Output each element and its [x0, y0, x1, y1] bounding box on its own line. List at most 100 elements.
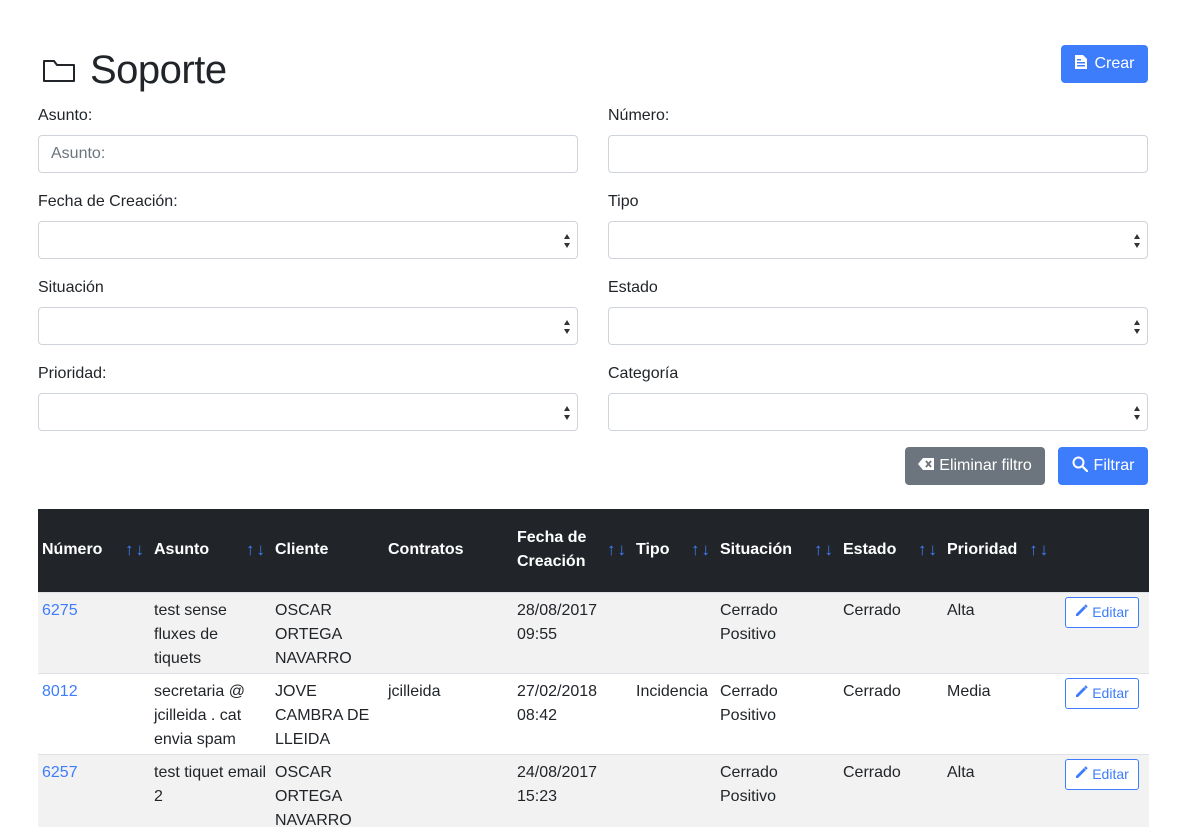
- cell-fecha: 24/08/2017 15:23: [513, 753, 632, 827]
- estado-field-group: Estado: [608, 276, 1148, 345]
- cell-fecha: 28/08/2017 09:55: [513, 591, 632, 673]
- cell-estado: Cerrado: [839, 672, 943, 754]
- column-header-estado[interactable]: Estado ↑↓: [839, 509, 943, 592]
- situacion-select[interactable]: [38, 307, 578, 345]
- tipo-field-group: Tipo: [608, 190, 1148, 259]
- situacion-label: Situación: [38, 279, 104, 296]
- edit-button[interactable]: Editar: [1065, 596, 1139, 628]
- backspace-icon: [918, 457, 935, 475]
- select-arrows-icon: [1134, 406, 1140, 420]
- clear-filter-label: Eliminar filtro: [939, 457, 1032, 474]
- cell-cliente: JOVE CAMBRA DE LLEIDA: [271, 672, 384, 754]
- edit-button-label: Editar: [1092, 685, 1129, 701]
- column-label: Cliente: [275, 541, 329, 559]
- cell-situacion: Cerrado Positivo: [716, 672, 839, 754]
- ticket-number-link[interactable]: 6257: [42, 764, 78, 781]
- ticket-number-link[interactable]: 8012: [42, 683, 78, 700]
- numero-label: Número:: [608, 107, 670, 124]
- cell-situacion: Cerrado Positivo: [716, 753, 839, 827]
- filter-button[interactable]: Filtrar: [1058, 447, 1148, 485]
- column-header-prioridad[interactable]: Prioridad ↑↓: [943, 509, 1057, 592]
- select-arrows-icon: [564, 234, 570, 248]
- tipo-label: Tipo: [608, 193, 639, 210]
- categoria-select[interactable]: [608, 393, 1148, 431]
- numero-field-group: Número:: [608, 104, 1148, 173]
- folder-icon: [42, 57, 76, 83]
- create-button[interactable]: Crear: [1061, 45, 1148, 83]
- cell-cliente: OSCAR ORTEGA NAVARRO: [271, 591, 384, 673]
- create-button-label: Crear: [1094, 55, 1135, 72]
- numero-input[interactable]: [608, 135, 1148, 173]
- cell-estado: Cerrado: [839, 753, 943, 827]
- estado-select[interactable]: [608, 307, 1148, 345]
- categoria-field-group: Categoría: [608, 362, 1148, 431]
- cell-tipo: Incidencia: [632, 672, 716, 754]
- tickets-table: Número ↑↓ Asunto ↑↓ Cliente Contratos Fech…: [38, 509, 1149, 827]
- cell-actions: Editar: [1057, 591, 1149, 673]
- situacion-field-group: Situación: [38, 276, 578, 345]
- cell-situacion: Cerrado Positivo: [716, 591, 839, 673]
- sort-arrows-icon[interactable]: ↑↓: [246, 538, 267, 562]
- cell-contratos: jcilleida: [384, 672, 513, 754]
- select-arrows-icon: [564, 406, 570, 420]
- clear-filter-button[interactable]: Eliminar filtro: [905, 447, 1045, 485]
- table-header-row: Número ↑↓ Asunto ↑↓ Cliente Contratos Fech…: [38, 509, 1149, 592]
- sort-arrows-icon[interactable]: ↑↓: [1029, 538, 1050, 562]
- cell-contratos: [384, 753, 513, 827]
- column-label: Número: [42, 541, 103, 559]
- cell-contratos: [384, 591, 513, 673]
- column-label: Estado: [843, 541, 897, 559]
- cell-prioridad: Media: [943, 672, 1057, 754]
- cell-estado: Cerrado: [839, 591, 943, 673]
- column-label: Contratos: [388, 541, 464, 559]
- table-row: 6275 test sense fluxes de tiquets OSCAR …: [38, 591, 1149, 673]
- edit-button[interactable]: Editar: [1065, 758, 1139, 790]
- column-header-asunto[interactable]: Asunto ↑↓: [150, 509, 271, 592]
- cell-numero: 6275: [38, 591, 150, 673]
- cell-prioridad: Alta: [943, 591, 1057, 673]
- column-label: Asunto: [154, 541, 210, 559]
- cell-numero: 8012: [38, 672, 150, 754]
- column-header-numero[interactable]: Número ↑↓: [38, 509, 150, 592]
- cell-tipo: [632, 753, 716, 827]
- sort-arrows-icon[interactable]: ↑↓: [691, 538, 712, 562]
- select-arrows-icon: [1134, 320, 1140, 334]
- estado-label: Estado: [608, 279, 658, 296]
- column-label: Situación: [720, 541, 793, 559]
- sort-arrows-icon[interactable]: ↑↓: [814, 538, 835, 562]
- cell-asunto: test tiquet email 2: [150, 753, 271, 827]
- table-row: 6257 test tiquet email 2 OSCAR ORTEGA NA…: [38, 753, 1149, 827]
- pencil-icon: [1075, 604, 1088, 620]
- cell-actions: Editar: [1057, 753, 1149, 827]
- column-header-contratos: Contratos: [384, 509, 513, 592]
- edit-button-label: Editar: [1092, 766, 1129, 782]
- filter-button-label: Filtrar: [1093, 457, 1135, 474]
- column-header-situacion[interactable]: Situación ↑↓: [716, 509, 839, 592]
- cell-cliente: OSCAR ORTEGA NAVARRO: [271, 753, 384, 827]
- column-label: Prioridad: [947, 541, 1018, 559]
- asunto-field-group: Asunto:: [38, 104, 578, 173]
- edit-button[interactable]: Editar: [1065, 677, 1139, 709]
- column-header-tipo[interactable]: Tipo ↑↓: [632, 509, 716, 592]
- sort-arrows-icon[interactable]: ↑↓: [607, 538, 628, 562]
- ticket-number-link[interactable]: 6275: [42, 602, 78, 619]
- prioridad-select[interactable]: [38, 393, 578, 431]
- prioridad-field-group: Prioridad:: [38, 362, 578, 431]
- page-title: Soporte: [90, 48, 227, 92]
- select-arrows-icon: [564, 320, 570, 334]
- select-arrows-icon: [1134, 234, 1140, 248]
- cell-numero: 6257: [38, 753, 150, 827]
- table-row: 8012 secretaria @ jcilleida . cat envia …: [38, 672, 1149, 754]
- fecha-select[interactable]: [38, 221, 578, 259]
- tipo-select[interactable]: [608, 221, 1148, 259]
- sort-arrows-icon[interactable]: ↑↓: [125, 538, 146, 562]
- asunto-input[interactable]: [38, 135, 578, 173]
- cell-prioridad: Alta: [943, 753, 1057, 827]
- column-header-fecha[interactable]: Fecha de Creación ↑↓: [513, 509, 632, 592]
- sort-arrows-icon[interactable]: ↑↓: [918, 538, 939, 562]
- column-header-cliente: Cliente: [271, 509, 384, 592]
- categoria-label: Categoría: [608, 365, 679, 382]
- cell-tipo: [632, 591, 716, 673]
- column-label: Fecha de Creación: [517, 529, 587, 571]
- fecha-field-group: Fecha de Creación:: [38, 190, 578, 259]
